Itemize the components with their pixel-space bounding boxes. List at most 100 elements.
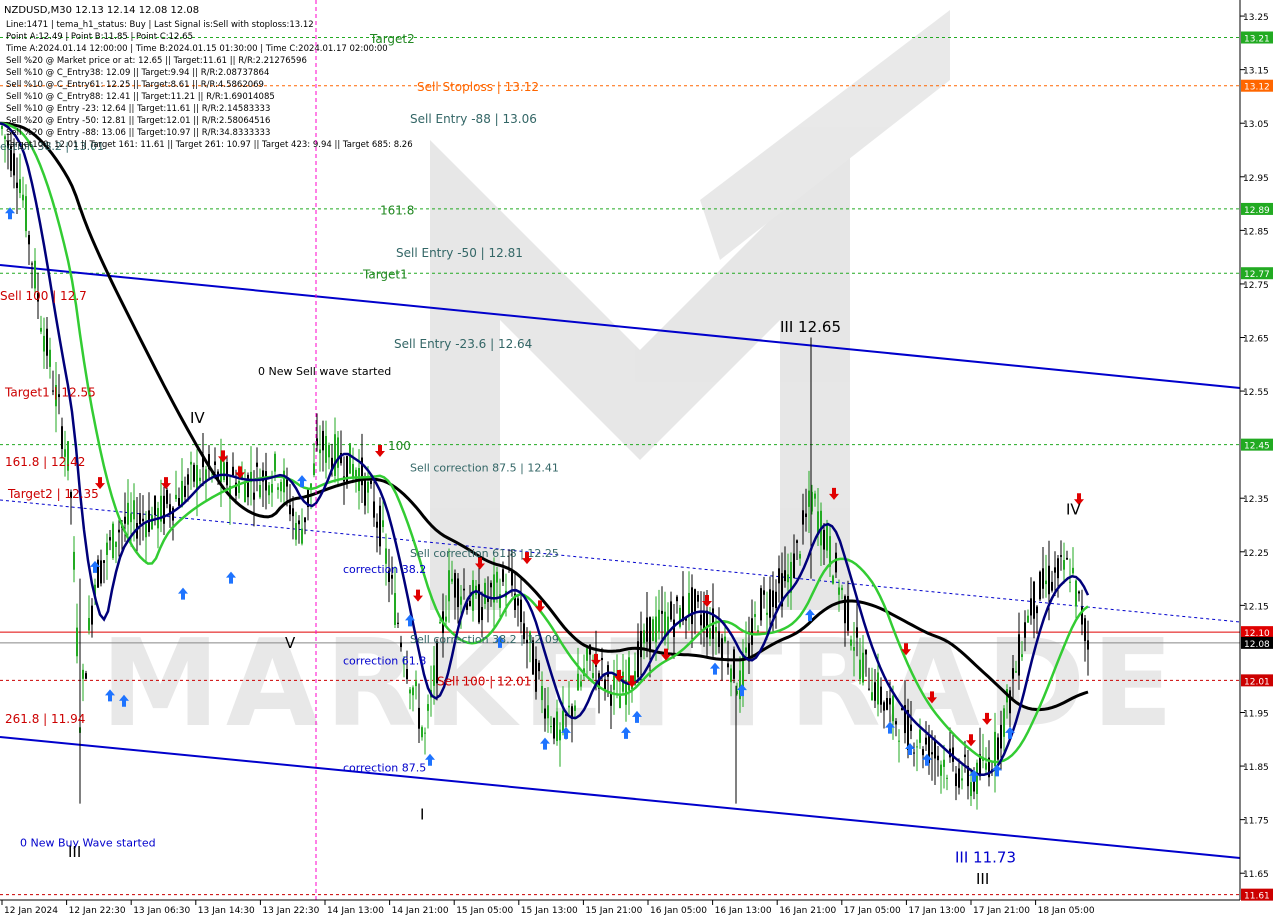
candle-body	[322, 430, 324, 451]
candle-body	[1003, 708, 1005, 737]
candle-body	[760, 588, 762, 621]
candle-body	[91, 605, 93, 625]
candle-body	[892, 695, 894, 722]
price-axis-tick-label: 12.85	[1243, 227, 1269, 237]
candle-body	[1075, 580, 1077, 607]
candle-body	[16, 182, 18, 189]
candle-body	[1042, 568, 1044, 589]
candle-body	[271, 483, 273, 493]
candle-body	[658, 609, 660, 633]
candle-body	[439, 622, 441, 624]
candle-body	[574, 705, 576, 711]
price-axis-tick-label: 11.95	[1243, 710, 1269, 720]
candle-body	[28, 235, 30, 245]
candle-body	[562, 710, 564, 733]
time-axis-tick-label: 12 Jan 2024	[4, 906, 58, 916]
candle-body	[178, 498, 180, 506]
candle-body	[880, 686, 882, 705]
price-axis-tick-label: 12.55	[1243, 388, 1269, 398]
candle-body	[601, 657, 603, 661]
candle-body	[700, 614, 702, 626]
candle-body	[82, 669, 84, 679]
candle-body	[637, 641, 639, 678]
level-label: Sell Entry -88 | 13.06	[410, 112, 537, 126]
candle-body	[394, 593, 396, 625]
level-label: III 11.73	[955, 849, 1016, 867]
info-line: Sell %10 @ C_Entry61: 12.25 || Target:8.…	[6, 80, 264, 90]
candle-body	[283, 470, 285, 493]
candle-body	[214, 461, 216, 466]
wave-label: IV	[190, 409, 205, 427]
candle-body	[859, 659, 861, 680]
candle-body	[151, 515, 153, 530]
candle-body	[88, 617, 90, 631]
candle-body	[478, 584, 480, 623]
candle-body	[127, 502, 129, 525]
candle-body	[868, 688, 870, 690]
price-label-text: 11.61	[1244, 892, 1270, 902]
candle-body	[628, 657, 630, 691]
wave-label: IV	[1066, 500, 1081, 518]
candle-body	[373, 501, 375, 518]
candle-body	[415, 681, 417, 687]
candle-body	[268, 485, 270, 496]
info-line: Sell %10 @ C_Entry38: 12.09 || Target:9.…	[6, 68, 269, 78]
candle-body	[787, 574, 789, 583]
candle-body	[691, 587, 693, 625]
candle-body	[334, 434, 336, 476]
price-axis-tick-label: 11.85	[1243, 763, 1269, 773]
candle-body	[643, 630, 645, 644]
candle-body	[754, 614, 756, 617]
candle-body	[826, 525, 828, 551]
candle-body	[244, 481, 246, 503]
candle-body	[1084, 618, 1086, 641]
candle-body	[451, 578, 453, 582]
candle-body	[1057, 558, 1059, 579]
candle-body	[805, 513, 807, 518]
candle-body	[163, 495, 165, 524]
level-label: 261.8 | 11.94	[5, 712, 85, 726]
time-axis-tick-label: 13 Jan 06:30	[133, 906, 190, 916]
level-label: Target1 | 12.55	[4, 385, 96, 399]
candle-body	[133, 500, 135, 520]
candle-body	[652, 619, 654, 641]
candle-body	[1027, 615, 1029, 623]
info-line: Target100: 12.01 || Target 161: 11.61 ||…	[5, 140, 413, 150]
candle-body	[613, 675, 615, 690]
candle-body	[865, 649, 867, 655]
candle-body	[511, 570, 513, 586]
time-axis[interactable]: 12 Jan 2024 12 Jan 22:30 13 Jan 06:30 13 Ja…	[0, 899, 1240, 920]
level-label: Sell Entry -23.6 | 12.64	[394, 337, 532, 351]
candle-body	[346, 456, 348, 484]
candle-body	[397, 622, 399, 624]
candle-body	[1048, 565, 1050, 595]
candle-body	[553, 718, 555, 739]
candle-body	[1087, 640, 1089, 650]
price-label-text: 13.21	[1244, 35, 1270, 45]
candle-body	[799, 554, 801, 559]
candle-body	[898, 740, 900, 742]
level-label: Sell Entry -50 | 12.81	[396, 246, 523, 260]
level-label: Sell correction 61.8 | 12.25	[410, 547, 559, 560]
candle-body	[448, 570, 450, 602]
candle-body	[232, 466, 234, 476]
candle-body	[190, 461, 192, 465]
level-label: Sell 100 | 12.7	[0, 289, 87, 303]
candle-body	[586, 648, 588, 661]
level-label: Sell 100 | 12.01	[437, 675, 531, 689]
candle-body	[256, 462, 258, 467]
candle-body	[694, 589, 696, 612]
price-axis-tick-label: 13.25	[1243, 13, 1269, 23]
wave-label: III	[68, 843, 81, 861]
price-axis[interactable]: 13.25 13.15 13.05 12.95 12.85 12.75 12.65 12.55…	[1239, 0, 1280, 920]
candle-body	[925, 737, 927, 745]
candle-body	[784, 570, 786, 582]
candle-body	[289, 505, 291, 515]
level-label: 0 New Sell wave started	[258, 365, 391, 378]
candle-body	[265, 471, 267, 491]
candle-body	[301, 528, 303, 544]
price-chart[interactable]: MARKETTRADE Target2Sell Stoploss | 13.12…	[0, 0, 1280, 920]
candle-body	[277, 487, 279, 490]
candle-body	[370, 480, 372, 485]
candle-body	[802, 510, 804, 525]
